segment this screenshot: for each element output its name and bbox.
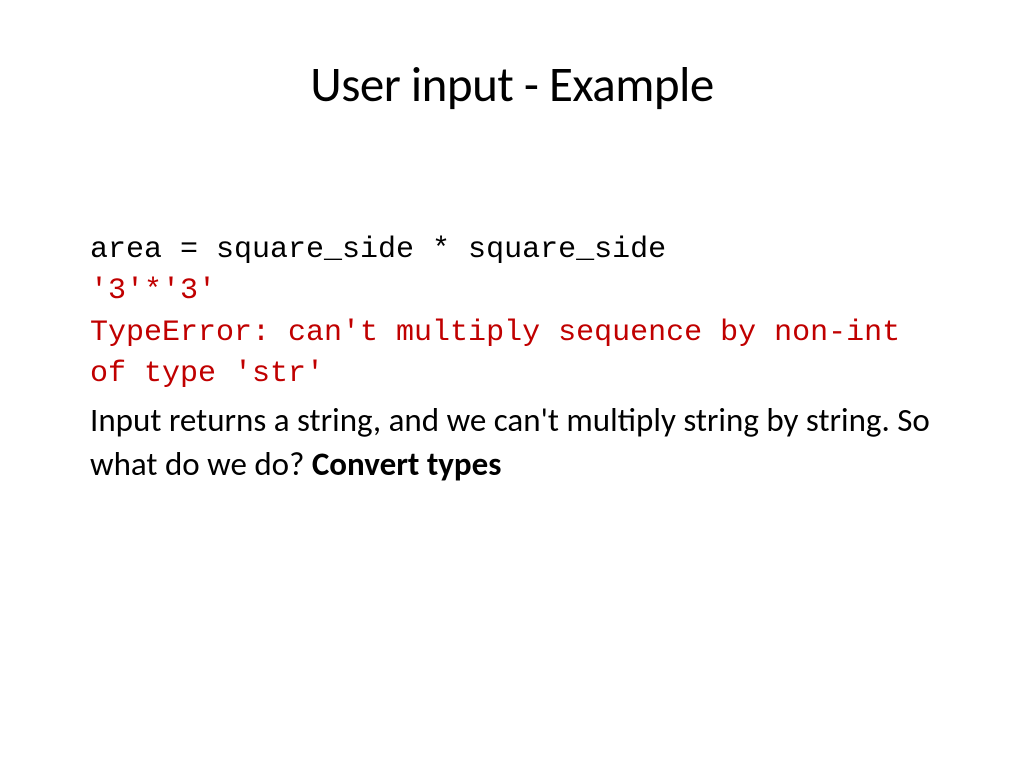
error-input: '3'*'3' [90, 271, 934, 312]
explanation-normal: Input returns a string, and we can't mul… [90, 400, 930, 485]
explanation-text: Input returns a string, and we can't mul… [90, 398, 934, 487]
code-expression: area = square_side * square_side [90, 230, 934, 271]
slide-content: area = square_side * square_side '3'*'3'… [90, 230, 934, 487]
slide-container: User input - Example area = square_side … [0, 0, 1024, 767]
explanation-bold: Convert types [312, 444, 502, 484]
slide-title: User input - Example [90, 55, 934, 115]
error-message: TypeError: can't multiply sequence by no… [90, 313, 934, 396]
